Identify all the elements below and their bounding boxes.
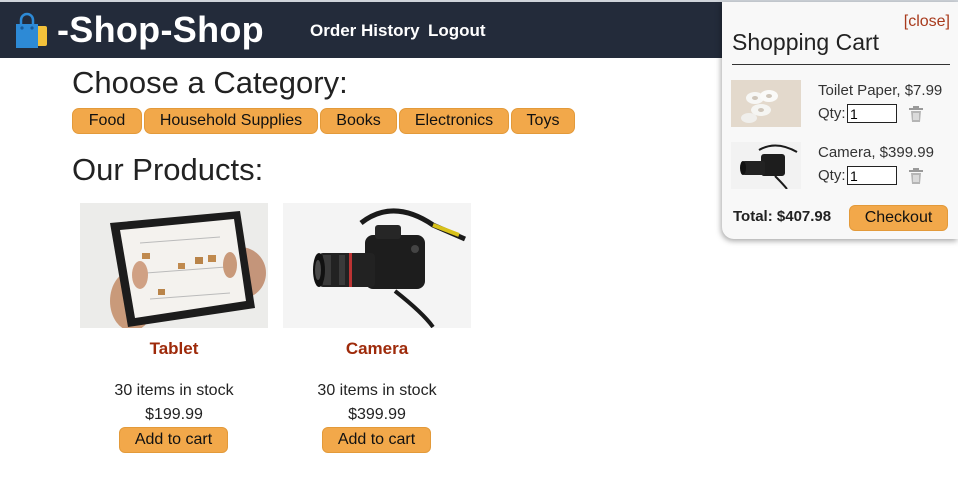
product-image-tablet[interactable] (80, 203, 268, 328)
product-name-camera[interactable]: Camera (283, 339, 471, 359)
shopping-cart-panel: [close] Shopping Cart Toilet Paper, $7.9… (722, 2, 958, 239)
cart-item-description: Toilet Paper, $7.99 (818, 82, 943, 99)
cart-item-description: Camera, $399.99 (818, 144, 934, 161)
product-name-tablet[interactable]: Tablet (80, 339, 268, 359)
category-button-electronics[interactable]: Electronics (399, 108, 509, 134)
product-card-camera: Camera 30 items in stock $399.99 Add to … (283, 203, 471, 453)
product-price-camera: $399.99 (348, 406, 406, 423)
add-to-cart-button-tablet[interactable]: Add to cart (119, 427, 228, 453)
cart-item-camera: Camera, $399.99 Qty: (731, 142, 953, 190)
category-button-books[interactable]: Books (320, 108, 397, 134)
cart-total: Total: $407.98 (733, 208, 832, 225)
checkout-button[interactable]: Checkout (849, 205, 948, 231)
cart-qty-label: Qty: (818, 167, 846, 184)
product-stock-tablet: 30 items in stock (114, 382, 234, 399)
cart-thumbnail-toilet-paper (731, 80, 801, 127)
cart-divider (732, 64, 950, 65)
cart-close-link[interactable]: [close] (904, 12, 950, 32)
add-to-cart-button-camera[interactable]: Add to cart (322, 427, 431, 453)
product-card-tablet: Tablet 30 items in stock $199.99 Add to … (80, 203, 268, 453)
products-heading: Our Products: (72, 152, 264, 187)
category-heading: Choose a Category: (72, 65, 348, 100)
category-button-household-supplies[interactable]: Household Supplies (144, 108, 318, 134)
brand-title[interactable]: -Shop-Shop (57, 7, 264, 53)
nav-logout[interactable]: Logout (428, 20, 486, 42)
trash-icon[interactable] (908, 167, 924, 185)
product-stock-camera: 30 items in stock (317, 382, 437, 399)
cart-title: Shopping Cart (732, 29, 880, 55)
product-price-tablet: $199.99 (145, 406, 203, 423)
trash-icon[interactable] (908, 105, 924, 123)
nav-order-history[interactable]: Order History (310, 20, 420, 42)
shopping-bags-icon[interactable] (13, 12, 51, 50)
cart-item-toilet-paper: Toilet Paper, $7.99 Qty: (731, 80, 953, 128)
cart-qty-input-toilet-paper[interactable] (847, 104, 897, 123)
cart-thumbnail-camera (731, 142, 801, 189)
cart-qty-input-camera[interactable] (847, 166, 897, 185)
category-button-food[interactable]: Food (72, 108, 142, 134)
category-button-toys[interactable]: Toys (511, 108, 575, 134)
product-image-camera[interactable] (283, 203, 471, 328)
cart-qty-label: Qty: (818, 105, 846, 122)
